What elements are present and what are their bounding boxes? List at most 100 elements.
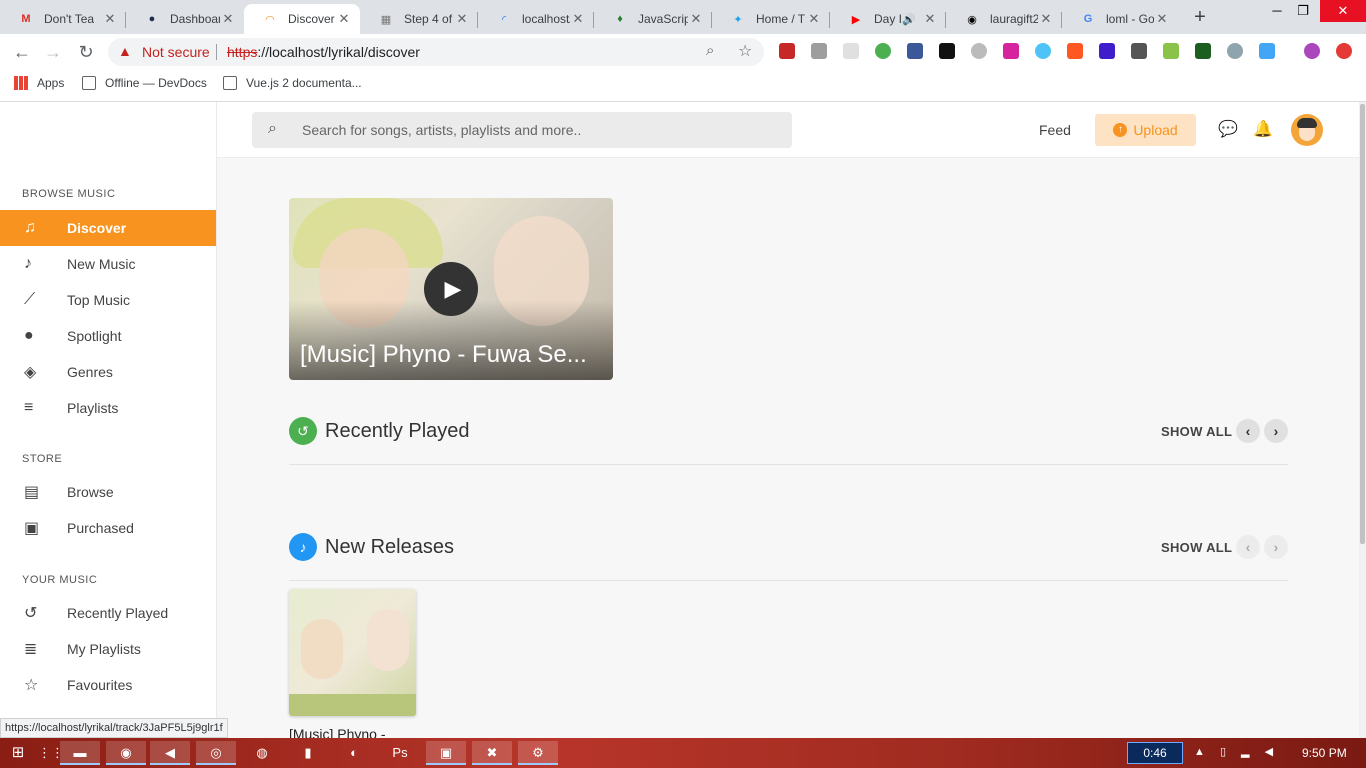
- extension-icon[interactable]: [1227, 43, 1243, 59]
- sidebar-item-label: Discover: [67, 220, 127, 236]
- app-icon[interactable]: ◐: [334, 741, 374, 765]
- close-tab-icon[interactable]: ✕: [454, 11, 470, 27]
- address-bar[interactable]: ▲ Not secure https://localhost/lyrikal/d…: [108, 38, 764, 66]
- reload-button[interactable]: ↻: [74, 40, 98, 64]
- close-tab-icon[interactable]: ✕: [220, 11, 236, 27]
- extension-icon[interactable]: [1163, 43, 1179, 59]
- bell-icon[interactable]: 🔔: [1253, 119, 1273, 139]
- extension-icon[interactable]: [843, 43, 859, 59]
- new-release-card[interactable]: [289, 589, 416, 716]
- zoom-icon[interactable]: ⌕: [706, 42, 714, 59]
- browser-tab[interactable]: G loml - Go ✕: [1062, 4, 1178, 34]
- vscode-icon[interactable]: ◀: [150, 741, 190, 765]
- back-button[interactable]: ←: [10, 40, 34, 64]
- close-tab-icon[interactable]: ✕: [688, 11, 704, 27]
- app-icon[interactable]: ◍: [242, 741, 282, 765]
- browser-tab[interactable]: ◜ localhost/ ✕: [478, 4, 594, 34]
- browser-tab[interactable]: ♦ JavaScript ✕: [594, 4, 712, 34]
- url-text[interactable]: https://localhost/lyrikal/discover: [227, 44, 420, 60]
- extension-icon[interactable]: [1035, 43, 1051, 59]
- browser-tab-active[interactable]: ◠ Discover ✕: [244, 4, 360, 34]
- shield-extension-icon[interactable]: [875, 43, 891, 59]
- new-release-title[interactable]: [Music] Phyno -: [289, 726, 419, 738]
- app-icon[interactable]: ▮: [288, 741, 328, 765]
- sidebar-item-my-playlists[interactable]: ≣ My Playlists: [0, 631, 216, 667]
- security-label[interactable]: Not secure: [142, 44, 210, 60]
- file-explorer-icon[interactable]: ▬: [60, 741, 100, 765]
- extension-icon[interactable]: [971, 43, 987, 59]
- sidebar-item-discover[interactable]: ♫ Discover: [0, 210, 216, 246]
- app-icon[interactable]: ◎: [196, 741, 236, 765]
- facebook-icon[interactable]: [907, 43, 923, 59]
- close-tab-icon[interactable]: ✕: [336, 11, 352, 27]
- new-tab-button[interactable]: +: [1188, 6, 1212, 30]
- bookmark-apps[interactable]: Apps: [14, 76, 64, 90]
- chevron-right-icon[interactable]: ›: [1264, 419, 1288, 443]
- feed-link[interactable]: Feed: [1039, 122, 1071, 138]
- twitter-icon: ✦: [733, 13, 743, 26]
- extension-icon[interactable]: [1195, 43, 1211, 59]
- system-tray-icons[interactable]: ▲ ▯ ▂ ◀: [1194, 745, 1279, 758]
- profile-icon[interactable]: [1304, 43, 1320, 59]
- page-scrollbar[interactable]: [1359, 102, 1366, 738]
- sidebar-item-spotlight[interactable]: ● Spotlight: [0, 318, 216, 354]
- chat-icon[interactable]: 💬: [1218, 119, 1238, 139]
- close-tab-icon[interactable]: ✕: [1038, 11, 1054, 27]
- sidebar-item-favourites[interactable]: ☆ Favourites: [0, 667, 216, 703]
- scrollbar-thumb[interactable]: [1360, 104, 1365, 544]
- bookmark-vue-docs[interactable]: Vue.js 2 documenta...: [223, 76, 362, 90]
- extension-icon[interactable]: [1259, 43, 1275, 59]
- browser-tab[interactable]: M Don't Tea ✕: [0, 4, 126, 34]
- taskbar-clock[interactable]: 9:50 PM: [1302, 746, 1347, 760]
- featured-track-title[interactable]: [Music] Phyno - Fuwa Se...: [300, 341, 605, 369]
- timer-widget[interactable]: 0:46: [1127, 742, 1183, 764]
- sidebar-item-playlists[interactable]: ≡ Playlists: [0, 390, 216, 426]
- close-tab-icon[interactable]: ✕: [806, 11, 822, 27]
- browser-tab[interactable]: ◉ lauragift2 ✕: [946, 4, 1062, 34]
- close-tab-icon[interactable]: ✕: [922, 11, 938, 27]
- bookmark-star-icon[interactable]: ☆: [738, 41, 752, 61]
- camera-icon[interactable]: [939, 43, 955, 59]
- close-tab-icon[interactable]: ✕: [1154, 11, 1170, 27]
- featured-track-card[interactable]: ▶ [Music] Phyno - Fuwa Se...: [289, 198, 613, 380]
- update-icon[interactable]: [1336, 43, 1352, 59]
- bookmark-label: Apps: [37, 76, 65, 90]
- chevron-right-icon[interactable]: ›: [1264, 535, 1288, 559]
- browser-tab[interactable]: ▶ Day I 🔊 ✕: [830, 4, 946, 34]
- sidebar-item-new-music[interactable]: ♪ New Music: [0, 246, 216, 282]
- photoshop-icon[interactable]: Ps: [380, 741, 420, 765]
- search-box[interactable]: ⌕: [252, 112, 792, 148]
- chevron-left-icon[interactable]: ‹: [1236, 419, 1260, 443]
- avatar[interactable]: [1291, 114, 1323, 146]
- extension-icon[interactable]: [1099, 43, 1115, 59]
- show-all-link[interactable]: SHOW ALL: [1161, 540, 1232, 555]
- sidebar-item-browse[interactable]: ▤ Browse: [0, 474, 216, 510]
- upload-button[interactable]: ↑ Upload: [1095, 114, 1196, 146]
- chrome-icon[interactable]: ◉: [106, 741, 146, 765]
- extension-icon[interactable]: [811, 43, 827, 59]
- settings-app-icon[interactable]: ⚙: [518, 741, 558, 765]
- sidebar-item-purchased[interactable]: ▣ Purchased: [0, 510, 216, 546]
- browser-tab[interactable]: ● Dashboar ✕: [126, 4, 244, 34]
- extension-icon[interactable]: [1067, 43, 1083, 59]
- browser-tab[interactable]: ▦ Step 4 of ✕: [360, 4, 478, 34]
- sidebar-item-top-music[interactable]: ⟋ Top Music: [0, 282, 216, 318]
- instagram-icon[interactable]: [1003, 43, 1019, 59]
- close-window-button[interactable]: ✕: [1320, 0, 1366, 22]
- chevron-left-icon[interactable]: ‹: [1236, 535, 1260, 559]
- close-tab-icon[interactable]: ✕: [102, 11, 118, 27]
- sidebar-item-genres[interactable]: ◈ Genres: [0, 354, 216, 390]
- show-all-link[interactable]: SHOW ALL: [1161, 424, 1232, 439]
- close-tab-icon[interactable]: ✕: [570, 11, 586, 27]
- bookmark-devdocs[interactable]: Offline — DevDocs: [82, 76, 207, 90]
- sidebar-item-recently-played[interactable]: ↺ Recently Played: [0, 595, 216, 631]
- app-icon[interactable]: ▣: [426, 741, 466, 765]
- windows-start-icon[interactable]: ⊞: [0, 741, 36, 765]
- extension-icon[interactable]: [779, 43, 795, 59]
- search-input[interactable]: [302, 112, 782, 148]
- browser-tab[interactable]: ✦ Home / T ✕: [712, 4, 830, 34]
- extension-icon[interactable]: [1131, 43, 1147, 59]
- play-icon[interactable]: ▶: [424, 262, 478, 316]
- xampp-icon[interactable]: ✖: [472, 741, 512, 765]
- forward-button[interactable]: →: [41, 40, 65, 64]
